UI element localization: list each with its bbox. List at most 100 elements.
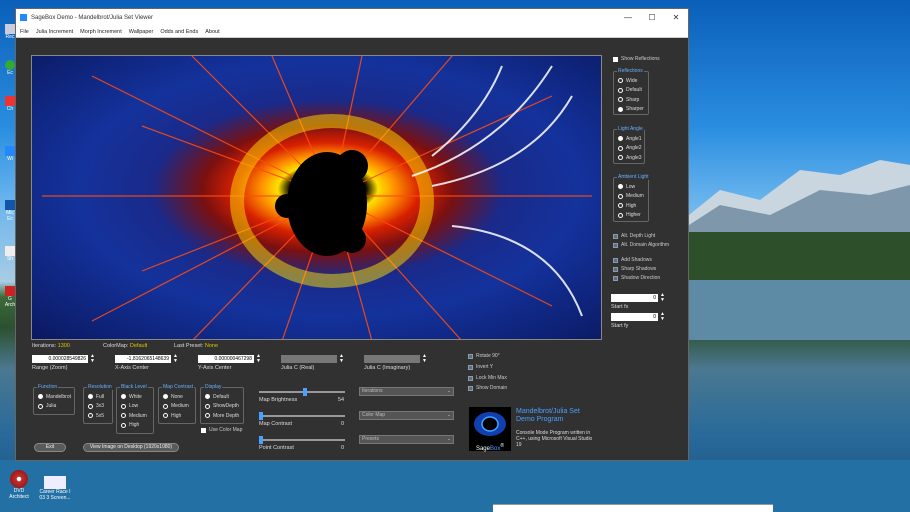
radio-icon — [163, 403, 168, 409]
app-icon — [5, 146, 15, 156]
y-axis-center-input[interactable]: 0.000000467298 — [198, 355, 254, 363]
close-icon[interactable]: ✕ — [664, 13, 688, 22]
checkbox-checked-icon — [201, 427, 206, 433]
radio-sharper[interactable]: Sharper — [618, 105, 648, 115]
julia-real-input[interactable] — [281, 355, 337, 363]
radio-ambient-high[interactable]: High — [618, 201, 648, 211]
start-fx-label: Start fx — [611, 304, 629, 310]
map-brightness-label: Map Brightness — [259, 397, 298, 403]
color-map-dropdown[interactable]: Color Map ⌄ — [359, 411, 454, 420]
start-fx-spinner[interactable]: ▲ ▼ — [660, 293, 665, 303]
radio-wide[interactable]: Wide — [618, 76, 648, 86]
lock-min-max-checkbox[interactable]: Lock Min Max — [468, 375, 507, 381]
radio-icon — [121, 422, 126, 428]
shadow-direction-checkbox[interactable]: Shadow Direction — [613, 275, 660, 281]
radio-selected-icon — [618, 136, 623, 142]
radio-contrast-medium[interactable]: Medium — [163, 402, 195, 412]
start-fy-label: Start fy — [611, 323, 629, 329]
x-axis-center-input[interactable]: -1.8162065148639 — [115, 355, 171, 363]
exit-button[interactable]: Exit — [34, 443, 66, 452]
julia-real-spinner[interactable]: ▲ ▼ — [339, 354, 344, 364]
desktop-icon-label: Wi — [7, 156, 13, 162]
radio-display-default[interactable]: Default — [205, 392, 243, 402]
menu-file[interactable]: File — [20, 29, 29, 35]
range-zoom-input[interactable]: 0.000028549826 — [32, 355, 88, 363]
checkbox-icon — [468, 353, 473, 359]
alt-depth-light-checkbox[interactable]: Alt. Depth Light — [613, 233, 655, 239]
maximize-icon[interactable]: ☐ — [640, 13, 664, 22]
x-center-spinner[interactable]: ▲ ▼ — [173, 354, 178, 364]
radio-julia[interactable]: Julia — [38, 402, 74, 412]
invert-y-checkbox[interactable]: Invert Y — [468, 364, 493, 370]
menu-odds-and-ends[interactable]: Odds and Ends — [160, 29, 198, 35]
black-level-group-title: Black Level — [120, 384, 148, 390]
radio-ambient-low[interactable]: Low — [618, 182, 648, 192]
desktop-icon-career-race[interactable]: Career Race I 03 3 Screen... — [36, 476, 74, 501]
start-fy-input[interactable]: 0 — [611, 313, 658, 321]
start-fy-spinner[interactable]: ▲ ▼ — [660, 312, 665, 322]
alt-domain-algorithm-checkbox[interactable]: Alt. Domain Algorithm — [613, 242, 669, 248]
show-reflections-checkbox[interactable]: Show Reflections — [613, 56, 660, 62]
presets-dropdown[interactable]: Presets ⌄ — [359, 435, 454, 444]
menu-about[interactable]: About — [205, 29, 219, 35]
map-contrast-slider[interactable] — [259, 412, 345, 420]
slider-knob[interactable] — [259, 436, 263, 444]
radio-medium[interactable]: Medium — [121, 411, 153, 421]
radio-angle3[interactable]: Angle3 — [618, 153, 644, 163]
radio-white[interactable]: White — [121, 392, 153, 402]
radio-full[interactable]: Full — [88, 392, 112, 402]
app-window: SageBox Demo - Mandelbrot/Julia Set View… — [15, 8, 689, 461]
fractal-canvas[interactable] — [31, 55, 602, 340]
menu-wallpaper[interactable]: Wallpaper — [129, 29, 154, 35]
radio-contrast-high[interactable]: High — [163, 411, 195, 421]
range-spinner[interactable]: ▲ ▼ — [90, 354, 95, 364]
slider-knob[interactable] — [303, 388, 308, 396]
start-fx-input[interactable]: 0 — [611, 294, 658, 302]
add-shadows-checkbox[interactable]: Add Shadows — [613, 257, 652, 263]
map-brightness-slider[interactable] — [259, 388, 345, 396]
radio-reflect-default[interactable]: Default — [618, 86, 648, 96]
radio-5x5[interactable]: 5x5 — [88, 411, 112, 421]
y-center-spinner[interactable]: ▲ ▼ — [256, 354, 261, 364]
radio-angle1[interactable]: Angle1 — [618, 134, 644, 144]
radio-ambient-medium[interactable]: Medium — [618, 192, 648, 202]
julia-real-label: Julia C (Real) — [281, 365, 315, 371]
view-image-button[interactable]: View Image on Desktop (1920x1080) — [83, 443, 179, 452]
radio-icon — [618, 203, 623, 209]
iterations-dropdown[interactable]: Iterations ⌄ — [359, 387, 454, 396]
sharp-shadows-checkbox[interactable]: Sharp Shadows — [613, 266, 656, 272]
function-group-title: Function — [37, 384, 59, 390]
range-zoom-label: Range (Zoom) — [32, 365, 68, 371]
desktop-icon-dvd-architect[interactable]: DVD Architect — [4, 470, 34, 500]
radio-angle2[interactable]: Angle2 — [618, 144, 644, 154]
reflections-group-title: Reflections — [617, 68, 644, 74]
slider-knob[interactable] — [259, 412, 263, 420]
minimize-icon[interactable]: — — [616, 13, 640, 22]
dvd-disc-icon — [10, 470, 28, 488]
radio-contrast-none[interactable]: None — [163, 392, 195, 402]
menu-julia-increment[interactable]: Julia Increment — [36, 29, 73, 35]
julia-imag-input[interactable] — [364, 355, 420, 363]
julia-imag-spinner[interactable]: ▲ ▼ — [422, 354, 427, 364]
radio-show-depth[interactable]: ShowDepth — [205, 402, 243, 412]
radio-icon — [121, 403, 126, 409]
menu-morph-increment[interactable]: Morph Increment — [80, 29, 122, 35]
show-domain-checkbox[interactable]: Show Domain — [468, 385, 507, 391]
desktop-icon-label: G Arch — [4, 296, 16, 308]
checkbox-icon — [613, 242, 618, 248]
radio-mandelbrot[interactable]: Mandelbrot — [38, 392, 74, 402]
display-group-title: Display — [204, 384, 223, 390]
radio-low[interactable]: Low — [121, 402, 153, 412]
radio-high[interactable]: High — [121, 421, 153, 431]
radio-icon — [88, 403, 93, 409]
radio-ambient-higher[interactable]: Higher — [618, 211, 648, 221]
point-contrast-slider[interactable] — [259, 436, 345, 444]
radio-sharp[interactable]: Sharp — [618, 95, 648, 105]
checkbox-icon — [613, 257, 618, 263]
checkbox-icon — [613, 266, 618, 272]
use-color-map-checkbox[interactable]: Use Color Map — [201, 427, 242, 433]
radio-more-depth[interactable]: More Depth — [205, 411, 243, 421]
radio-3x3[interactable]: 3x3 — [88, 402, 112, 412]
title-bar[interactable]: SageBox Demo - Mandelbrot/Julia Set View… — [16, 9, 688, 26]
rotate-90-checkbox[interactable]: Rotate 90° — [468, 353, 500, 359]
